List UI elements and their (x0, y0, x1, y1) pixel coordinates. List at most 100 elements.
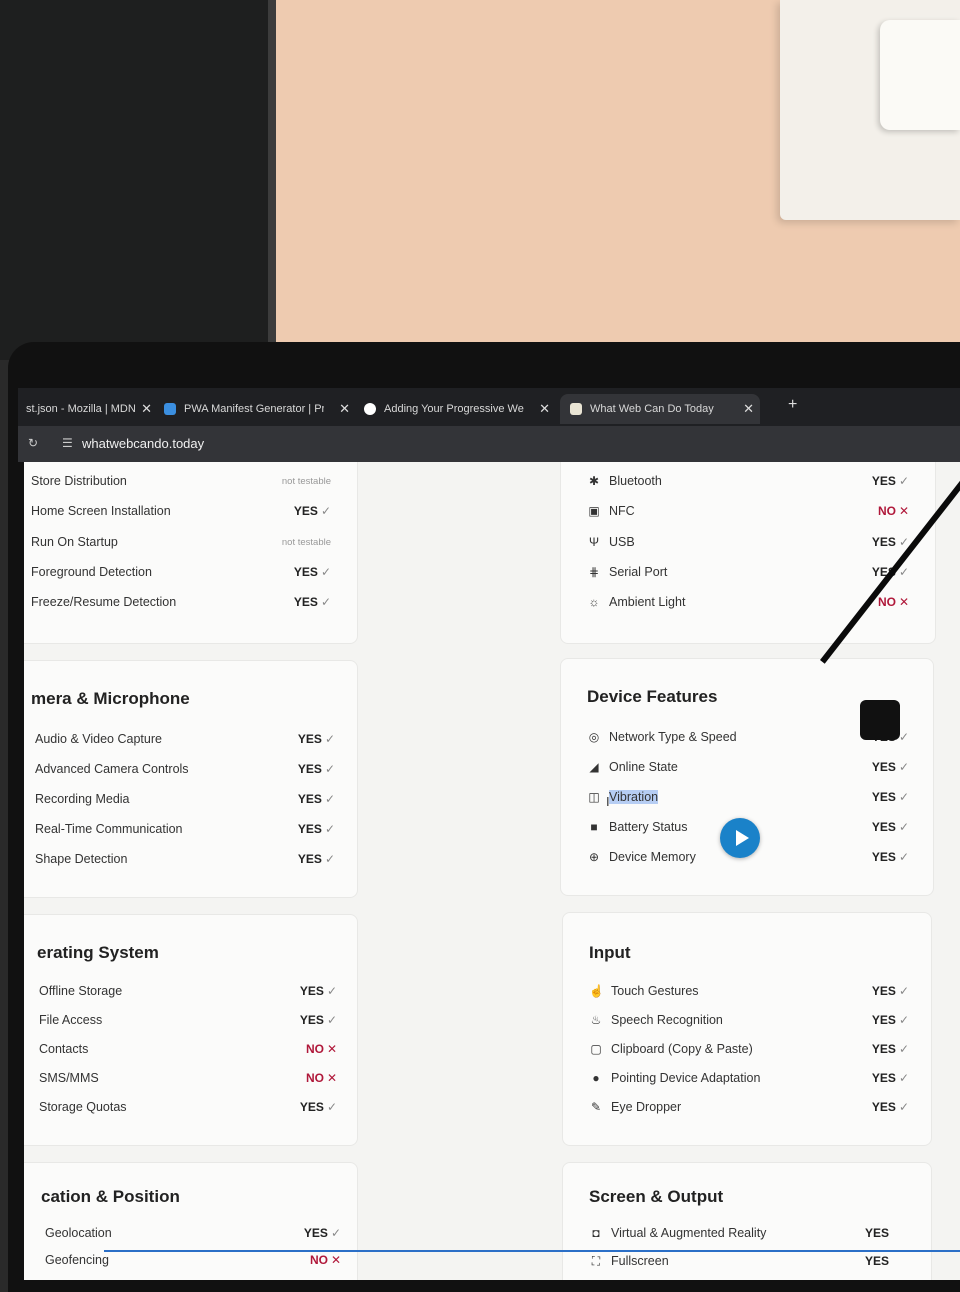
status-text: NO (877, 504, 896, 518)
feature-row[interactable]: ◫ Vibration YES ✓ (587, 787, 917, 809)
tab-adding-pwa[interactable]: Adding Your Progressive Web ✕ (364, 394, 556, 424)
feature-label: Audio & Video Capture (35, 732, 162, 746)
card-app-lifecycle: Store Distribution not testable Home Scr… (24, 462, 358, 644)
status-yes: YES✓ (300, 1013, 337, 1027)
feature-row[interactable]: Geolocation YES ✓ (45, 1223, 341, 1245)
feature-label: Fullscreen (611, 1254, 669, 1268)
feature-row[interactable]: ▣ NFC NO ✕ (587, 501, 917, 523)
feature-label: Clipboard (Copy & Paste) (611, 1042, 753, 1056)
feature-row[interactable]: ⛶ Fullscreen YES (589, 1251, 909, 1273)
status-text: YES (871, 850, 896, 864)
feature-row[interactable]: ◘ Virtual & Augmented Reality YES (589, 1223, 909, 1245)
feature-row[interactable]: Recording Media YES ✓ (35, 789, 341, 811)
feature-row[interactable]: ♨ Speech Recognition YES ✓ (589, 1010, 909, 1032)
status-text: YES (299, 984, 324, 998)
feature-row[interactable]: Run On Startup not testable (31, 532, 341, 554)
status-yes: YES✓ (294, 595, 331, 609)
feature-label: Serial Port (609, 565, 668, 579)
status-yes: YES✓ (304, 1226, 341, 1240)
status-text: YES (871, 1042, 896, 1056)
memory-icon: ⊕ (588, 850, 600, 864)
tab-title: Adding Your Progressive Web (384, 403, 524, 415)
feature-row[interactable]: File Access YES ✓ (39, 1010, 341, 1032)
pwa-favicon-icon (164, 403, 176, 415)
feature-label: Online State (609, 760, 678, 774)
status-text: YES (871, 474, 896, 488)
vr-icon: ◘ (592, 1226, 600, 1240)
close-icon[interactable]: ✕ (141, 401, 152, 417)
status-text: YES (864, 1254, 889, 1268)
tab-what-web-can-do-today[interactable]: What Web Can Do Today ✕ (560, 394, 760, 424)
feature-row[interactable]: ⋕ Serial Port YES ✓ (587, 562, 917, 584)
feature-label: Bluetooth (609, 474, 662, 488)
feature-label: Recording Media (35, 792, 130, 806)
status-text: YES (871, 820, 896, 834)
tab-title: st.json - Mozilla | MDN (26, 403, 136, 415)
feature-row[interactable]: ◢ Online State YES ✓ (587, 757, 917, 779)
mic-stand-joint (860, 700, 900, 740)
url-field[interactable]: whatwebcando.today (82, 436, 204, 451)
feature-row[interactable]: ☝ Touch Gestures YES ✓ (589, 981, 909, 1003)
tab-pwa-manifest-generator[interactable]: PWA Manifest Generator | Pro ✕ (164, 394, 356, 424)
status-text: YES (297, 822, 322, 836)
feature-row[interactable]: Ψ USB YES ✓ (587, 532, 917, 554)
feature-row[interactable]: Storage Quotas YES ✓ (39, 1097, 341, 1119)
check-icon: ✓ (326, 1013, 337, 1027)
status-yes: YES✓ (298, 852, 335, 866)
battery-icon: ■ (590, 820, 598, 834)
tab-mdn[interactable]: st.json - Mozilla | MDN ✕ (18, 394, 158, 424)
card-title: erating System (37, 943, 159, 962)
card-title: cation & Position (41, 1187, 180, 1206)
card-title: mera & Microphone (31, 689, 190, 708)
close-icon[interactable]: ✕ (743, 401, 754, 417)
new-tab-button[interactable]: + (788, 396, 797, 414)
address-bar: ↻ ☰ whatwebcando.today (18, 426, 960, 462)
close-icon[interactable]: ✕ (339, 401, 350, 417)
status-yes: YES✓ (294, 504, 331, 518)
status-text: YES (303, 1226, 328, 1240)
tab-title: What Web Can Do Today (590, 403, 714, 415)
microphone-icon: ♨ (590, 1013, 602, 1027)
check-icon: ✓ (320, 595, 331, 609)
status-yes: YES✓ (300, 984, 337, 998)
bluetooth-icon: ✱ (588, 474, 600, 488)
status-text: YES (299, 1013, 324, 1027)
status-yes: YES✓ (298, 762, 335, 776)
feature-row[interactable]: Shape Detection YES ✓ (35, 849, 341, 871)
feature-row[interactable]: Real-Time Communication YES ✓ (35, 819, 341, 841)
feature-row[interactable]: Advanced Camera Controls YES ✓ (35, 759, 341, 781)
close-icon[interactable]: ✕ (539, 401, 550, 417)
feature-label: USB (609, 535, 635, 549)
feature-row[interactable]: ✱ Bluetooth YES ✓ (587, 471, 917, 493)
status-text: not testable (281, 476, 331, 487)
status-text: NO (305, 1071, 324, 1085)
feature-row[interactable]: Contacts NO ✕ (39, 1039, 341, 1061)
feature-row[interactable]: ● Pointing Device Adaptation YES ✓ (589, 1068, 909, 1090)
feature-label: Run On Startup (31, 535, 118, 549)
feature-row[interactable]: Audio & Video Capture YES ✓ (35, 729, 341, 751)
feature-row[interactable]: SMS/MMS NO ✕ (39, 1068, 341, 1090)
feature-row[interactable]: Foreground Detection YES ✓ (31, 562, 341, 584)
nfc-icon: ▣ (588, 504, 600, 518)
feature-row[interactable]: Store Distribution not testable (31, 471, 341, 493)
status-yes: YES✓ (294, 565, 331, 579)
reload-icon[interactable]: ↻ (28, 436, 38, 450)
site-settings-icon[interactable]: ☰ (62, 436, 73, 450)
play-button[interactable] (720, 818, 760, 858)
status-yes: YES✓ (872, 1042, 909, 1056)
selection-line (104, 1250, 960, 1252)
feature-row[interactable]: Geofencing NO ✕ (45, 1250, 341, 1272)
feature-label: Geofencing (45, 1253, 109, 1267)
feature-row[interactable]: Home Screen Installation YES ✓ (31, 501, 341, 523)
feature-row[interactable]: Offline Storage YES ✓ (39, 981, 341, 1003)
card-operating-system: erating System Offline Storage YES ✓ File… (24, 914, 358, 1146)
status-yes: YES✓ (872, 535, 909, 549)
feature-row[interactable]: Freeze/Resume Detection YES ✓ (31, 592, 341, 614)
status-no: NO ✕ (306, 1042, 337, 1056)
feature-row[interactable]: ✎ Eye Dropper YES ✓ (589, 1097, 909, 1119)
vibration-icon: ◫ (588, 790, 600, 804)
feature-label: Geolocation (45, 1226, 112, 1240)
feature-label: SMS/MMS (39, 1071, 99, 1085)
check-icon: ✓ (898, 820, 909, 834)
feature-row[interactable]: ▢ Clipboard (Copy & Paste) YES ✓ (589, 1039, 909, 1061)
